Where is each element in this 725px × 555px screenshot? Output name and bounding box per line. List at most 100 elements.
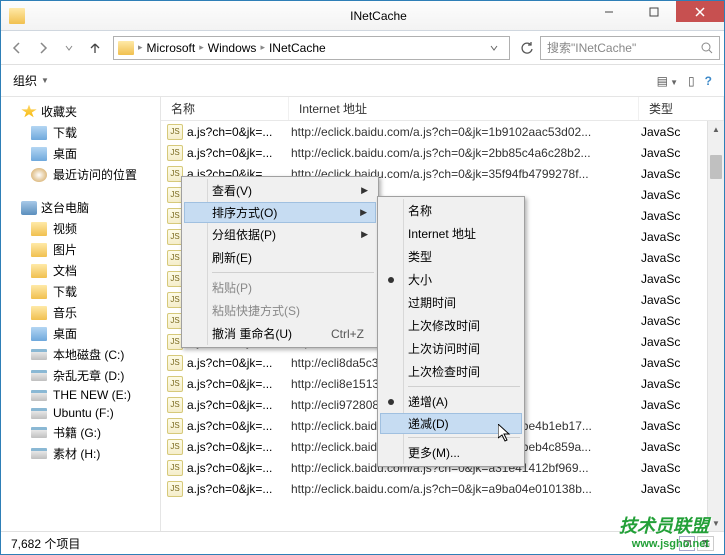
column-header-type[interactable]: 类型 (639, 97, 724, 120)
sidebar-item-videos[interactable]: 视频 (1, 218, 160, 239)
menu-paste: 粘贴(P) (184, 276, 376, 299)
menu-undo-rename[interactable]: 撤消 重命名(U)Ctrl+Z (184, 322, 376, 345)
scroll-down-icon[interactable]: ▼ (708, 515, 724, 532)
navigation-pane[interactable]: 收藏夹 下载 桌面 最近访问的位置 这台电脑 视频 图片 文档 下载 音乐 桌面… (1, 97, 161, 532)
file-type: JavaSc (641, 251, 680, 265)
toolbar: 组织 ▼ ▤ ▼ ▯ ? (1, 65, 724, 97)
sidebar-item-drive-d[interactable]: 杂乱无章 (D:) (1, 365, 160, 386)
forward-button[interactable] (31, 36, 55, 60)
sidebar-item-drive-h[interactable]: 素材 (H:) (1, 443, 160, 464)
file-name: a.js?ch=0&jk=... (187, 146, 291, 160)
file-type: JavaSc (641, 293, 680, 307)
file-url: http://eclick.baidu.com/a.js?ch=0&jk=1b9… (291, 125, 641, 139)
favorites-header[interactable]: 收藏夹 (1, 101, 160, 122)
view-switcher[interactable]: ▤ ▦ (679, 536, 714, 551)
folder-icon (31, 126, 47, 140)
sort-type[interactable]: 类型 (380, 245, 522, 268)
drive-icon (31, 370, 47, 381)
drive-icon (31, 448, 47, 459)
refresh-button[interactable] (516, 37, 538, 59)
file-type: JavaSc (641, 314, 680, 328)
file-row[interactable]: JS a.js?ch=0&jk=...http://eclick.baidu.co… (161, 121, 724, 142)
menu-group-by[interactable]: 分组依据(P)▶ (184, 223, 376, 246)
preview-pane-icon[interactable]: ▯ (688, 74, 695, 88)
js-file-icon: JS (167, 376, 183, 392)
star-icon (21, 105, 37, 119)
chevron-down-icon[interactable]: ▼ (41, 76, 49, 85)
sort-submenu: 名称 Internet 地址 类型 大小 过期时间 上次修改时间 上次访问时间 … (377, 196, 525, 467)
column-header-url[interactable]: Internet 地址 (289, 97, 639, 120)
file-name: a.js?ch=0&jk=... (187, 419, 291, 433)
minimize-button[interactable] (586, 1, 631, 22)
sidebar-item-drive-e[interactable]: THE NEW (E:) (1, 386, 160, 404)
view-details-icon[interactable]: ▤ ▼ (657, 74, 678, 88)
menu-refresh[interactable]: 刷新(E) (184, 246, 376, 269)
context-menu: 查看(V)▶ 排序方式(O)▶ 分组依据(P)▶ 刷新(E) 粘贴(P) 粘贴快… (181, 176, 379, 348)
folder-icon (118, 41, 134, 55)
file-name: a.js?ch=0&jk=... (187, 356, 291, 370)
sort-ascending[interactable]: 递增(A) (380, 390, 522, 413)
scroll-up-icon[interactable]: ▲ (708, 121, 724, 138)
scrollbar-thumb[interactable] (710, 155, 722, 179)
js-file-icon: JS (167, 397, 183, 413)
column-header-name[interactable]: 名称 (161, 97, 289, 120)
sidebar-item-desktop[interactable]: 桌面 (1, 143, 160, 164)
sort-last-checked[interactable]: 上次检查时间 (380, 360, 522, 383)
organize-button[interactable]: 组织 (13, 72, 37, 89)
sidebar-item-desktop2[interactable]: 桌面 (1, 323, 160, 344)
sort-internet-addr[interactable]: Internet 地址 (380, 222, 522, 245)
vertical-scrollbar[interactable]: ▲ ▼ (707, 121, 724, 532)
search-input[interactable]: 搜索"INetCache" (540, 36, 720, 60)
sidebar-item-documents[interactable]: 文档 (1, 260, 160, 281)
sort-descending[interactable]: 递减(D) (380, 413, 522, 434)
js-file-icon: JS (167, 418, 183, 434)
sidebar-item-music[interactable]: 音乐 (1, 302, 160, 323)
sidebar-item-downloads[interactable]: 下载 (1, 122, 160, 143)
sidebar-item-drive-f[interactable]: Ubuntu (F:) (1, 404, 160, 422)
sidebar-item-recent[interactable]: 最近访问的位置 (1, 164, 160, 185)
history-dropdown[interactable] (57, 36, 81, 60)
js-file-icon: JS (167, 124, 183, 140)
sort-last-modified[interactable]: 上次修改时间 (380, 314, 522, 337)
folder-icon (31, 285, 47, 299)
sort-more[interactable]: 更多(M)... (380, 441, 522, 464)
sort-name[interactable]: 名称 (380, 199, 522, 222)
sidebar-item-pictures[interactable]: 图片 (1, 239, 160, 260)
chevron-right-icon[interactable]: ▸ (138, 42, 143, 53)
file-row[interactable]: JSa.js?ch=0&jk=...http://eclick.baidu.co… (161, 142, 724, 163)
sort-expiration[interactable]: 过期时间 (380, 291, 522, 314)
thispc-header[interactable]: 这台电脑 (1, 197, 160, 218)
sidebar-item-drive-g[interactable]: 书籍 (G:) (1, 422, 160, 443)
sidebar-item-downloads2[interactable]: 下载 (1, 281, 160, 302)
folder-icon (31, 222, 47, 236)
window-titlebar: INetCache (1, 1, 724, 31)
menu-paste-shortcut: 粘贴快捷方式(S) (184, 299, 376, 322)
js-file-icon: JS (167, 439, 183, 455)
close-button[interactable] (676, 1, 724, 22)
menu-view[interactable]: 查看(V)▶ (184, 179, 376, 202)
file-name: a.js?ch=0&jk=... (187, 125, 291, 139)
column-headers: 名称 Internet 地址 类型 (161, 97, 724, 121)
address-dropdown[interactable] (483, 37, 505, 59)
sidebar-item-drive-c[interactable]: 本地磁盘 (C:) (1, 344, 160, 365)
maximize-button[interactable] (631, 1, 676, 22)
desktop-icon (31, 327, 47, 341)
file-type: JavaSc (641, 398, 680, 412)
menu-sort-by[interactable]: 排序方式(O)▶ (184, 202, 376, 223)
chevron-right-icon[interactable]: ▸ (260, 42, 265, 53)
breadcrumb[interactable]: INetCache (269, 41, 326, 55)
chevron-right-icon[interactable]: ▸ (199, 42, 204, 53)
breadcrumb[interactable]: Windows (208, 41, 257, 55)
file-type: JavaSc (641, 356, 680, 370)
back-button[interactable] (5, 36, 29, 60)
search-placeholder: 搜索"INetCache" (547, 39, 636, 56)
sort-size[interactable]: 大小 (380, 268, 522, 291)
file-row[interactable]: JSa.js?ch=0&jk=...http://eclick.baidu.co… (161, 478, 724, 499)
address-bar[interactable]: ▸ Microsoft ▸ Windows ▸ INetCache (113, 36, 510, 60)
js-file-icon: JS (167, 145, 183, 161)
up-button[interactable] (83, 36, 107, 60)
sort-last-accessed[interactable]: 上次访问时间 (380, 337, 522, 360)
file-type: JavaSc (641, 125, 680, 139)
breadcrumb[interactable]: Microsoft (147, 41, 196, 55)
help-icon[interactable]: ? (705, 74, 712, 88)
